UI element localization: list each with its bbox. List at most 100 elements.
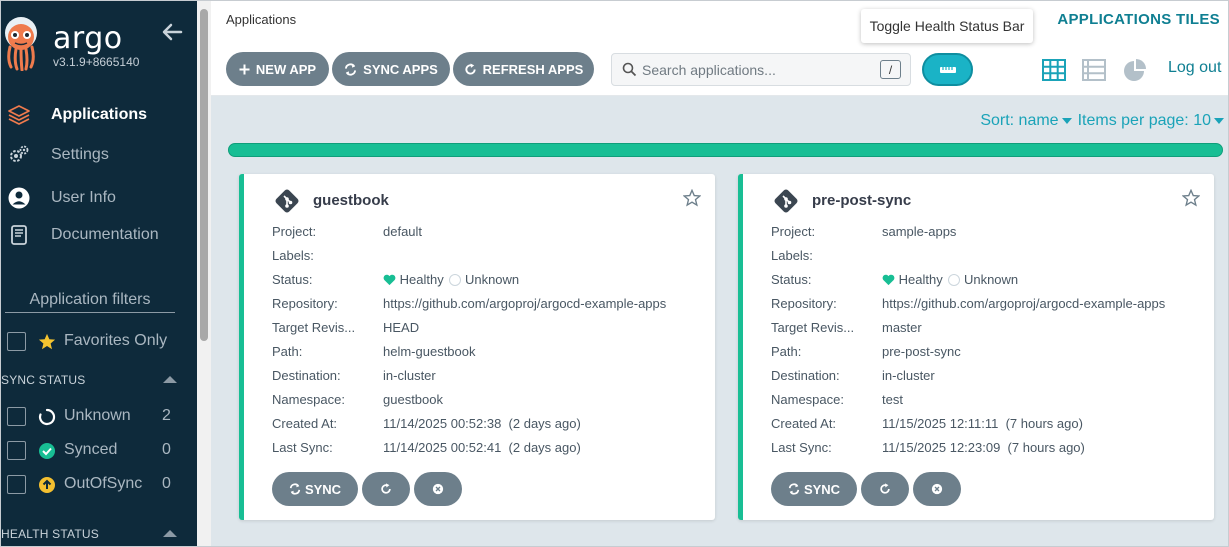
version-label: v3.1.9+8665140 <box>53 55 140 69</box>
caret-down-icon <box>1214 117 1224 124</box>
filters-title: Application filters <box>5 291 175 313</box>
field-label: Labels: <box>771 248 813 263</box>
app-name[interactable]: guestbook <box>313 192 389 209</box>
app-tile-guestbook[interactable]: guestbook Project: default Labels: Status… <box>239 174 715 520</box>
field-label: Path: <box>771 344 802 359</box>
field-label: Last Sync: <box>771 440 832 455</box>
sync-button[interactable]: SYNC <box>272 472 358 506</box>
breadcrumb[interactable]: Applications <box>226 12 296 27</box>
field-label: Repository: <box>771 296 837 311</box>
health-status-bar[interactable] <box>228 143 1223 157</box>
filter-sync-unknown[interactable]: Unknown 2 <box>1 404 197 430</box>
filter-checkbox[interactable] <box>7 475 26 494</box>
field-label: Namespace: <box>272 392 345 407</box>
refresh-apps-button[interactable]: REFRESH APPS <box>453 52 594 86</box>
sync-unknown-icon <box>449 274 462 286</box>
refresh-button[interactable] <box>861 472 909 506</box>
field-label: Status: <box>771 272 812 287</box>
nav-applications[interactable]: Applications <box>1 99 197 131</box>
field-value: 11/15/2025 12:23:09 (7 hours ago) <box>882 440 1085 455</box>
sync-status: Unknown <box>963 272 1019 287</box>
field-label: Repository: <box>272 296 338 311</box>
field-value: test <box>882 392 903 407</box>
toggle-health-bar-button[interactable] <box>922 53 973 86</box>
new-app-button[interactable]: NEW APP <box>226 52 329 86</box>
sync-apps-button[interactable]: SYNC APPS <box>332 52 450 86</box>
page-title: APPLICATIONS TILES <box>1057 11 1220 28</box>
search-box[interactable]: / <box>611 53 911 86</box>
app-window: argo v3.1.9+8665140 Applications Setting… <box>0 0 1229 547</box>
filter-label: Synced <box>64 441 118 458</box>
delete-button[interactable] <box>913 472 961 506</box>
field-value: https://github.com/argoproj/argocd-examp… <box>882 296 1166 311</box>
logout-link[interactable]: Log out <box>1168 59 1221 77</box>
filter-checkbox[interactable] <box>7 407 26 426</box>
button-label: SYNC <box>304 481 342 497</box>
scrollbar-thumb[interactable] <box>200 9 208 341</box>
field-label: Last Sync: <box>272 440 333 455</box>
filter-label: Unknown <box>64 407 131 424</box>
field-label: Namespace: <box>771 392 844 407</box>
nav-label: Settings <box>51 146 109 163</box>
field-label: Target Revis... <box>771 320 855 335</box>
filter-checkbox[interactable] <box>7 441 26 460</box>
collapse-caret-icon[interactable] <box>163 530 177 537</box>
check-circle-icon <box>39 443 55 459</box>
filter-count: 0 <box>162 475 171 492</box>
field-value: in-cluster <box>383 368 436 383</box>
filter-count: 0 <box>162 441 171 458</box>
favorite-star-icon[interactable] <box>1182 189 1200 207</box>
health-status: Healthy <box>898 272 943 287</box>
field-value: https://github.com/argoproj/argocd-examp… <box>383 296 667 311</box>
field-value: sample-apps <box>882 224 957 239</box>
filter-sync-synced[interactable]: Synced 0 <box>1 438 197 464</box>
layers-icon <box>7 103 31 127</box>
collapse-caret-icon[interactable] <box>163 376 177 383</box>
health-status-title: HEALTH STATUS <box>1 527 99 541</box>
search-icon <box>622 62 637 77</box>
app-tile-pre-post-sync[interactable]: pre-post-sync Project: sample-apps Labels… <box>738 174 1214 520</box>
status-value: Healthy Unknown <box>383 272 519 287</box>
favorites-filter[interactable]: Favorites Only <box>1 329 197 355</box>
field-label: Labels: <box>272 248 314 263</box>
close-circle-icon <box>931 483 943 495</box>
nav-label: Documentation <box>51 226 159 243</box>
search-input[interactable] <box>642 60 872 80</box>
tiles-view-icon[interactable] <box>1041 57 1067 83</box>
button-label: SYNC APPS <box>363 61 438 77</box>
sync-button[interactable]: SYNC <box>771 472 857 506</box>
filter-sync-outofsync[interactable]: OutOfSync 0 <box>1 472 197 498</box>
field-value: helm-guestbook <box>383 344 476 359</box>
field-label: Target Revis... <box>272 320 356 335</box>
book-icon <box>7 223 31 247</box>
argo-octopus-logo[interactable] <box>1 15 45 71</box>
button-label: SYNC <box>803 481 841 497</box>
nav-user-info[interactable]: User Info <box>1 182 197 214</box>
filter-label: Favorites Only <box>64 332 168 349</box>
filter-count: 2 <box>162 407 171 424</box>
field-label: Project: <box>272 224 317 239</box>
sort-dropdown[interactable]: Sort: name <box>980 112 1072 130</box>
heart-icon <box>882 274 895 286</box>
field-value: in-cluster <box>882 368 935 383</box>
sync-status-title: SYNC STATUS <box>1 373 86 387</box>
field-value: 11/14/2025 00:52:38 (2 days ago) <box>383 416 581 431</box>
summary-pie-view-icon[interactable] <box>1122 57 1148 83</box>
git-icon <box>774 189 798 213</box>
sync-icon <box>289 483 301 495</box>
field-value: pre-post-sync <box>882 344 961 359</box>
plus-icon <box>239 64 250 74</box>
collapse-sidebar-icon[interactable] <box>161 21 183 43</box>
gears-icon <box>7 143 31 167</box>
star-icon <box>38 333 56 350</box>
field-label: Destination: <box>272 368 341 383</box>
items-per-page-dropdown[interactable]: Items per page: 10 <box>1078 112 1224 130</box>
app-name[interactable]: pre-post-sync <box>812 192 911 209</box>
refresh-button[interactable] <box>362 472 410 506</box>
favorites-checkbox[interactable] <box>7 332 26 351</box>
favorite-star-icon[interactable] <box>683 189 701 207</box>
list-view-icon[interactable] <box>1081 57 1107 83</box>
nav-settings[interactable]: Settings <box>1 139 197 171</box>
nav-documentation[interactable]: Documentation <box>1 219 197 251</box>
delete-button[interactable] <box>414 472 462 506</box>
